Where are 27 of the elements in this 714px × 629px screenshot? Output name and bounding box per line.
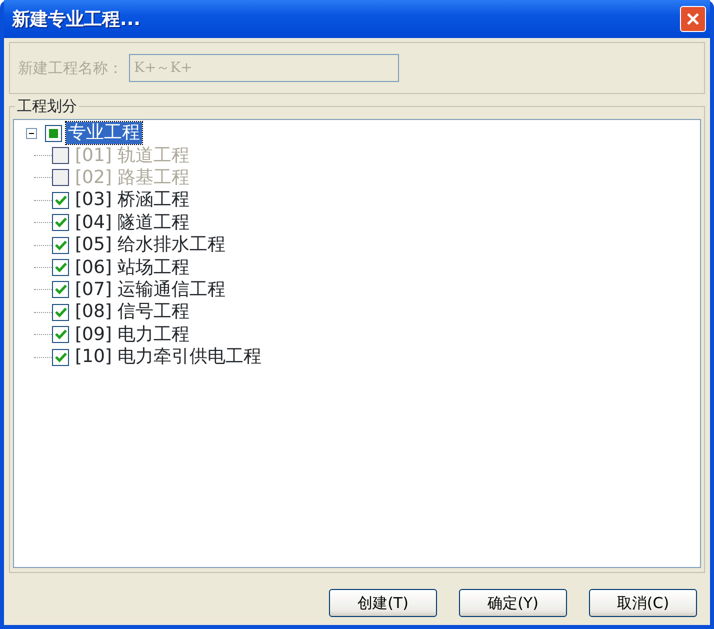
- tree-item[interactable]: [03] 桥涵工程: [73, 189, 192, 212]
- tree-item[interactable]: [04] 隧道工程: [73, 212, 192, 234]
- field-label: 新建工程名称：: [18, 58, 123, 79]
- close-button[interactable]: [680, 6, 706, 32]
- checkbox[interactable]: [45, 124, 62, 142]
- group-title: 工程划分: [15, 96, 79, 116]
- tree-item[interactable]: [10] 电力牵引供电工程: [73, 346, 264, 368]
- checkbox[interactable]: [52, 304, 69, 321]
- tree-item[interactable]: 专业工程: [66, 122, 142, 144]
- checkbox[interactable]: [52, 236, 69, 254]
- dialog-button[interactable]: 确定(Y): [459, 589, 567, 617]
- dialog-button[interactable]: 创建(T): [329, 589, 437, 617]
- tree-item[interactable]: [05] 给水排水工程: [73, 234, 228, 256]
- collapse-icon[interactable]: [26, 128, 37, 139]
- dialog-button[interactable]: 取消(C): [589, 589, 697, 617]
- close-icon: [685, 11, 701, 27]
- tree-item[interactable]: [08] 信号工程: [73, 301, 192, 324]
- tree-item[interactable]: [07] 运输通信工程: [73, 278, 228, 301]
- tree-item[interactable]: [09] 电力工程: [73, 324, 192, 346]
- checkbox[interactable]: [52, 192, 69, 209]
- checkbox[interactable]: [52, 259, 69, 276]
- window-title: 新建专业工程...: [12, 8, 141, 32]
- checkbox[interactable]: [52, 281, 69, 298]
- checkbox[interactable]: [52, 326, 69, 344]
- checkbox[interactable]: [52, 348, 69, 366]
- checkbox[interactable]: [52, 214, 69, 232]
- tree-item[interactable]: [06] 站场工程: [73, 256, 192, 279]
